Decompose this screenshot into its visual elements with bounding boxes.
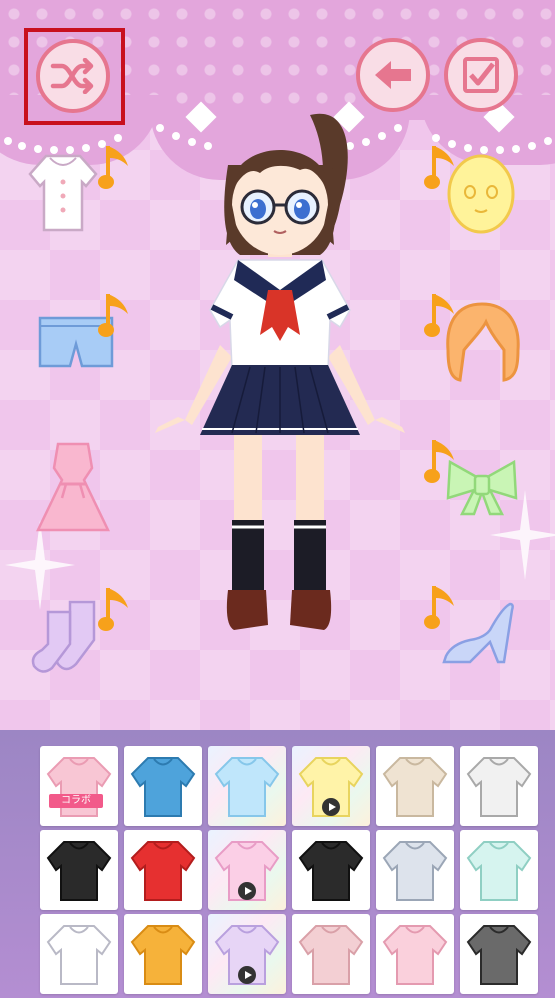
wardrobe-item-blue-offshoulder-top[interactable]: [208, 746, 286, 826]
wardrobe-item-grey-shirt[interactable]: [376, 830, 454, 910]
music-note-icon: [98, 294, 128, 337]
garment-icon: [130, 757, 196, 817]
garment-icon: [214, 757, 280, 817]
music-note-icon: [424, 586, 454, 629]
garment-icon: [466, 757, 532, 817]
wardrobe-item-orange-cardigan[interactable]: [124, 914, 202, 994]
garment-icon: [382, 841, 448, 901]
wardrobe-item-beige-sweater[interactable]: [376, 746, 454, 826]
wardrobe-item-black-hoodie[interactable]: [460, 914, 538, 994]
music-note-icon: [424, 440, 454, 483]
music-note-icon: [98, 146, 128, 189]
garment-icon: [382, 757, 448, 817]
garment-icon: [298, 841, 364, 901]
music-note-icon: [424, 294, 454, 337]
video-play-icon: [238, 966, 256, 984]
wardrobe-item-black-tank-top[interactable]: [40, 830, 118, 910]
garment-icon: [130, 841, 196, 901]
wardrobe-item-red-cardigan[interactable]: [124, 830, 202, 910]
wardrobe-item-grey-hoodie[interactable]: [460, 746, 538, 826]
garment-icon: [382, 925, 448, 985]
garment-icon: [130, 925, 196, 985]
music-note-icon: [98, 588, 128, 631]
garment-icon: [46, 925, 112, 985]
confirm-button[interactable]: [444, 38, 518, 112]
wardrobe-item-black-turtleneck[interactable]: [292, 830, 370, 910]
wardrobe-item-pink-offshoulder-top[interactable]: [208, 830, 286, 910]
wardrobe-item-blue-cardigan[interactable]: [124, 746, 202, 826]
garment-icon: [466, 841, 532, 901]
selection-highlight: [24, 28, 125, 125]
blouse-icon[interactable]: [28, 152, 98, 234]
garment-icon: [466, 925, 532, 985]
garment-icon: [46, 757, 112, 817]
wardrobe-panel: コラボ: [0, 730, 555, 998]
socks-icon[interactable]: [30, 598, 106, 674]
wardrobe-item-mint-hoodie[interactable]: [460, 830, 538, 910]
music-note-icon: [424, 146, 454, 189]
wardrobe-item-lilac-offshoulder-top[interactable]: [208, 914, 286, 994]
collab-badge: コラボ: [49, 794, 103, 808]
garment-icon: [298, 925, 364, 985]
wardrobe-item-white-blouse[interactable]: [40, 914, 118, 994]
checkbox-check-icon: [463, 57, 499, 93]
wardrobe-item-pink-hoodie[interactable]: [376, 914, 454, 994]
video-play-icon: [322, 798, 340, 816]
garment-icon: [46, 841, 112, 901]
wardrobe-item-yellow-offshoulder-top[interactable]: [292, 746, 370, 826]
wardrobe-item-pink-sweater[interactable]: [292, 914, 370, 994]
arrow-left-icon: [375, 61, 411, 89]
dress-icon[interactable]: [36, 440, 110, 534]
dress-up-character: [155, 113, 405, 630]
wardrobe-item-pink-blouse[interactable]: コラボ: [40, 746, 118, 826]
video-play-icon: [238, 882, 256, 900]
